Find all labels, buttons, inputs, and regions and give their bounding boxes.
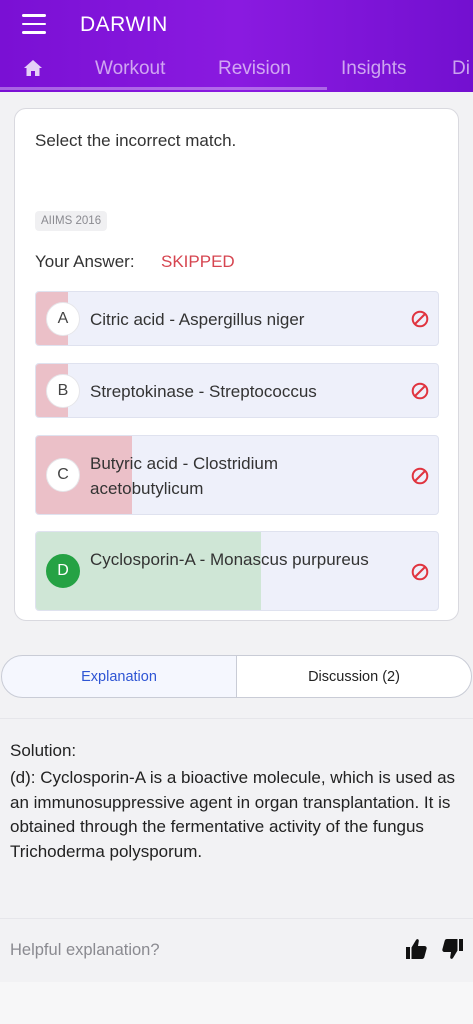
option-c[interactable]: C Butyric acid - Clostridium acetobutyli… xyxy=(35,435,439,515)
solution-title: Solution: xyxy=(10,741,77,760)
exam-tag: AIIMS 2016 xyxy=(35,211,108,231)
tab-insights[interactable]: Insights xyxy=(341,58,406,80)
option-d[interactable]: D Cyclosporin-A - Monascus purpureus xyxy=(35,531,439,611)
option-a[interactable]: A Citric acid - Aspergillus niger xyxy=(35,291,439,346)
block-icon xyxy=(411,467,429,485)
tab-scroll-indicator xyxy=(0,87,327,90)
question-text: Select the incorrect match. xyxy=(35,131,237,150)
thumbs-up-icon[interactable] xyxy=(405,937,427,961)
tab-workout[interactable]: Workout xyxy=(95,58,165,80)
bottom-spacer xyxy=(0,982,473,1024)
tab-explanation[interactable]: Explanation xyxy=(1,655,237,698)
tab-home[interactable] xyxy=(22,58,44,78)
option-b-letter: B xyxy=(46,374,80,408)
option-a-text: Citric acid - Aspergillus niger xyxy=(90,310,305,329)
menu-icon[interactable] xyxy=(22,14,46,36)
option-d-text: Cyclosporin-A - Monascus purpureus xyxy=(90,550,369,569)
option-c-letter: C xyxy=(46,458,80,492)
option-c-text: Butyric acid - Clostridium acetobutylicu… xyxy=(90,454,278,498)
your-answer-label: Your Answer: xyxy=(35,252,135,271)
answer-status: SKIPPED xyxy=(161,252,235,271)
feedback-bar: Helpful explanation? xyxy=(0,918,473,982)
solution-section: Solution: (d): Cyclosporin-A is a bioact… xyxy=(0,718,473,918)
option-d-letter: D xyxy=(46,554,80,588)
tab-more[interactable]: Di xyxy=(452,58,470,80)
app-header: DARWIN Workout Revision Insights Di xyxy=(0,0,473,92)
feedback-label: Helpful explanation? xyxy=(10,941,160,959)
solution-text: (d): Cyclosporin-A is a bioactive molecu… xyxy=(10,768,456,861)
thumbs-down-icon[interactable] xyxy=(442,937,464,961)
home-icon xyxy=(24,60,42,76)
block-icon xyxy=(411,310,429,328)
top-tabs: Workout Revision Insights Di xyxy=(0,50,473,90)
app-screen: DARWIN Workout Revision Insights Di Sele… xyxy=(0,0,473,1024)
block-icon xyxy=(411,563,429,581)
option-a-letter: A xyxy=(46,302,80,336)
tab-discussion[interactable]: Discussion (2) xyxy=(236,655,472,698)
option-b-text: Streptokinase - Streptococcus xyxy=(90,382,317,401)
explanation-tabs: Explanation Discussion (2) xyxy=(0,655,473,698)
app-title: DARWIN xyxy=(80,13,168,36)
tab-revision[interactable]: Revision xyxy=(218,58,291,80)
question-card: Select the incorrect match. AIIMS 2016 Y… xyxy=(14,108,459,621)
option-b[interactable]: B Streptokinase - Streptococcus xyxy=(35,363,439,418)
block-icon xyxy=(411,382,429,400)
